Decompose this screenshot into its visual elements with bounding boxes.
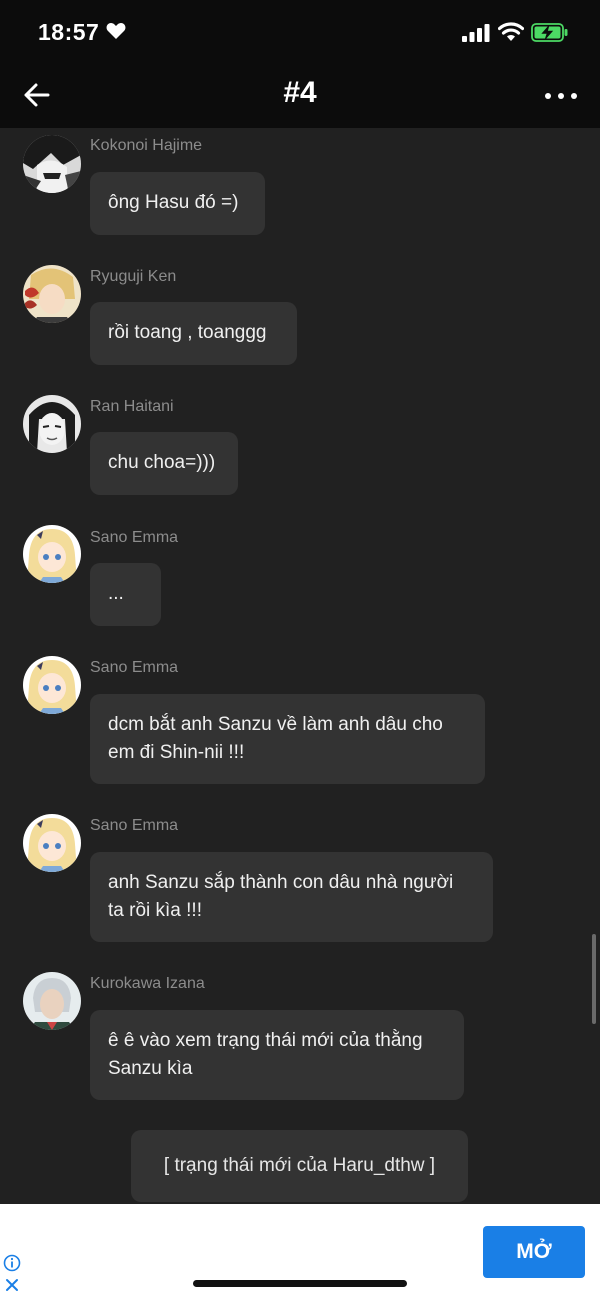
ad-open-button[interactable]: MỞ: [483, 1226, 585, 1278]
message-bubble[interactable]: chu choa=))): [90, 432, 238, 495]
avatar[interactable]: [23, 525, 81, 583]
message-bubble[interactable]: dcm bắt anh Sanzu về làm anh dâu cho em …: [90, 694, 485, 784]
close-icon[interactable]: [5, 1278, 19, 1292]
ad-banner[interactable]: MỞ: [0, 1204, 600, 1299]
app-header: 18:57 #4: [0, 0, 600, 128]
heart-icon: [106, 23, 126, 39]
sender-name: Ran Haitani: [90, 398, 174, 415]
message-bubble[interactable]: anh Sanzu sắp thành con dâu nhà người ta…: [90, 852, 493, 942]
sender-name: Sano Emma: [90, 659, 179, 676]
battery-charging-icon: [531, 23, 568, 42]
avatar[interactable]: [23, 814, 81, 872]
sender-name: Kurokawa Izana: [90, 975, 205, 992]
sender-name: Ryuguji Ken: [90, 268, 177, 285]
more-options-icon[interactable]: [544, 90, 578, 102]
avatar[interactable]: [23, 135, 81, 193]
status-time: 18:57: [38, 19, 100, 45]
home-indicator[interactable]: [193, 1280, 407, 1287]
avatar[interactable]: [23, 395, 81, 453]
info-icon[interactable]: [3, 1254, 21, 1272]
message-bubble[interactable]: ...: [90, 563, 161, 626]
avatar[interactable]: [23, 972, 81, 1030]
scrollbar[interactable]: [592, 934, 596, 1024]
message-bubble[interactable]: rồi toang , toanggg: [90, 302, 297, 365]
avatar[interactable]: [23, 265, 81, 323]
message-bubble[interactable]: ông Hasu đó =): [90, 172, 265, 235]
sender-name: Sano Emma: [90, 817, 179, 834]
avatar[interactable]: [23, 656, 81, 714]
sender-name: Kokonoi Hajime: [90, 137, 203, 154]
wifi-icon: [498, 22, 524, 41]
sender-name: Sano Emma: [90, 529, 179, 546]
chat-title: #4: [283, 76, 317, 109]
status-update-message[interactable]: [ trạng thái mới của Haru_dthw ]: [131, 1130, 468, 1202]
cellular-signal-icon: [462, 24, 490, 42]
message-bubble[interactable]: ê ê vào xem trạng thái mới của thằng San…: [90, 1010, 464, 1100]
